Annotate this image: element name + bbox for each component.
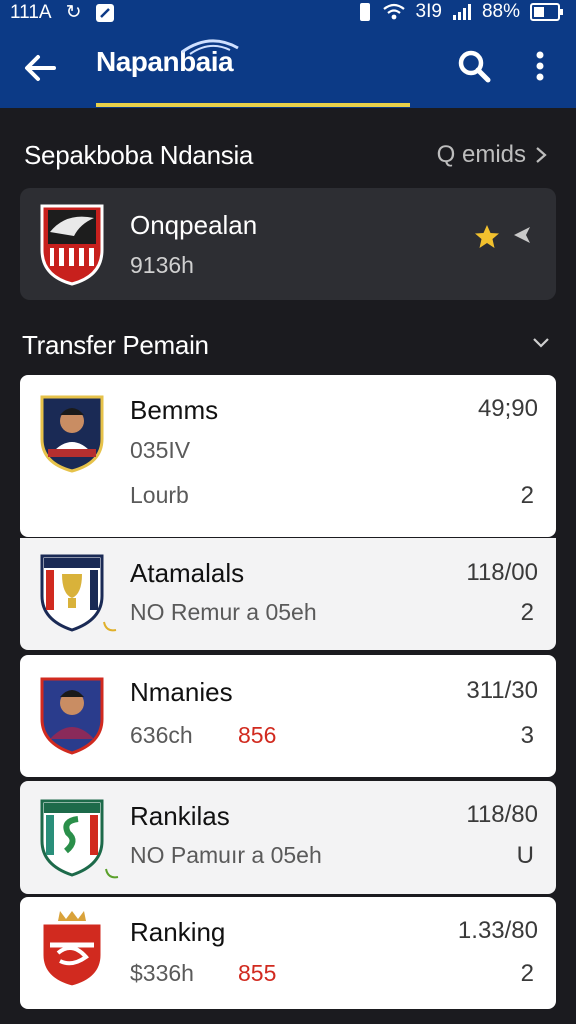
row-name: Ranking <box>130 917 226 947</box>
row-count: U <box>516 842 534 869</box>
club-crest-icon <box>40 204 104 286</box>
row-count: 2 <box>520 482 534 509</box>
player-crest-icon <box>40 395 104 473</box>
row-count: 2 <box>520 599 534 626</box>
row-highlight: 856 <box>238 722 277 748</box>
row-score: 118/00 <box>466 559 538 586</box>
row-sub: NO Remur a 05eh <box>130 599 317 625</box>
row-name: Nmanies <box>130 677 233 707</box>
row-name: Atamalals <box>130 558 245 588</box>
row-highlight: 855 <box>238 960 277 986</box>
wifi-icon <box>382 3 405 20</box>
section-title-transfers: Transfer Pemain <box>22 330 209 360</box>
notification-icon: ↻ <box>65 2 82 23</box>
status-time: 111A <box>10 1 52 23</box>
loading-arc-icon <box>103 621 117 632</box>
section-title-league: Sepakboba Ndansia <box>24 140 254 170</box>
match-name: Onqpealan <box>130 210 258 240</box>
more-options-icon[interactable] <box>528 50 552 84</box>
app-bar: Napanbaia <box>0 26 576 108</box>
player-crest-icon <box>40 677 104 755</box>
logo-swoosh-icon <box>181 39 239 55</box>
row-sub: $336h <box>130 960 194 986</box>
loading-arc-icon <box>105 868 119 879</box>
chevron-right-icon <box>536 147 547 163</box>
row-sub-secondary: Lourb <box>130 482 189 508</box>
row-score: 311/30 <box>466 677 538 704</box>
row-count: 2 <box>520 960 534 987</box>
status-bar: 111A ↻ 3I9 88% <box>0 0 576 26</box>
see-more-link[interactable]: Q emids <box>437 141 548 169</box>
app-notification-icon <box>96 3 115 22</box>
row-count: 3 <box>520 722 534 749</box>
transfer-row[interactable]: Bemms 035IV Lourb 49;90 2 <box>20 375 556 537</box>
club-crest-icon <box>40 554 104 632</box>
star-icon[interactable] <box>474 224 500 250</box>
signal-text: 3I9 <box>415 1 442 22</box>
search-icon[interactable] <box>456 48 492 84</box>
club-crest-icon <box>40 911 104 989</box>
row-name: Rankilas <box>130 801 230 831</box>
row-score: 49;90 <box>477 395 538 422</box>
row-sub: 636ch <box>130 722 193 748</box>
battery-icon <box>530 3 563 21</box>
pin-icon[interactable] <box>512 224 534 246</box>
see-more-label: Q emids <box>436 141 526 168</box>
battery-text: 88% <box>481 1 520 22</box>
row-sub: NO Pamuır a 05eh <box>130 842 322 868</box>
back-arrow-icon[interactable] <box>20 48 60 88</box>
vibrate-icon <box>359 3 370 21</box>
transfer-row[interactable]: Nmanies 636ch 856 311/30 3 <box>20 655 556 777</box>
row-name: Bemms <box>130 395 219 425</box>
club-crest-icon <box>40 799 104 877</box>
row-sub: 035IV <box>130 437 191 463</box>
featured-match-card[interactable]: Onqpealan 9136h <box>20 188 556 300</box>
signal-icon <box>452 4 471 20</box>
transfer-row[interactable]: Rankilas NO Pamuır a 05eh 118/80 U <box>20 781 556 894</box>
chevron-down-icon[interactable] <box>530 332 552 354</box>
transfer-row[interactable]: Ranking $336h 855 1.33/80 2 <box>20 897 556 1009</box>
transfer-row[interactable]: Atamalals NO Remur a 05eh 118/00 2 <box>20 538 556 650</box>
match-time: 9136h <box>130 252 194 278</box>
title-underline <box>96 103 410 107</box>
row-score: 118/80 <box>466 801 538 828</box>
row-score: 1.33/80 <box>457 917 538 944</box>
